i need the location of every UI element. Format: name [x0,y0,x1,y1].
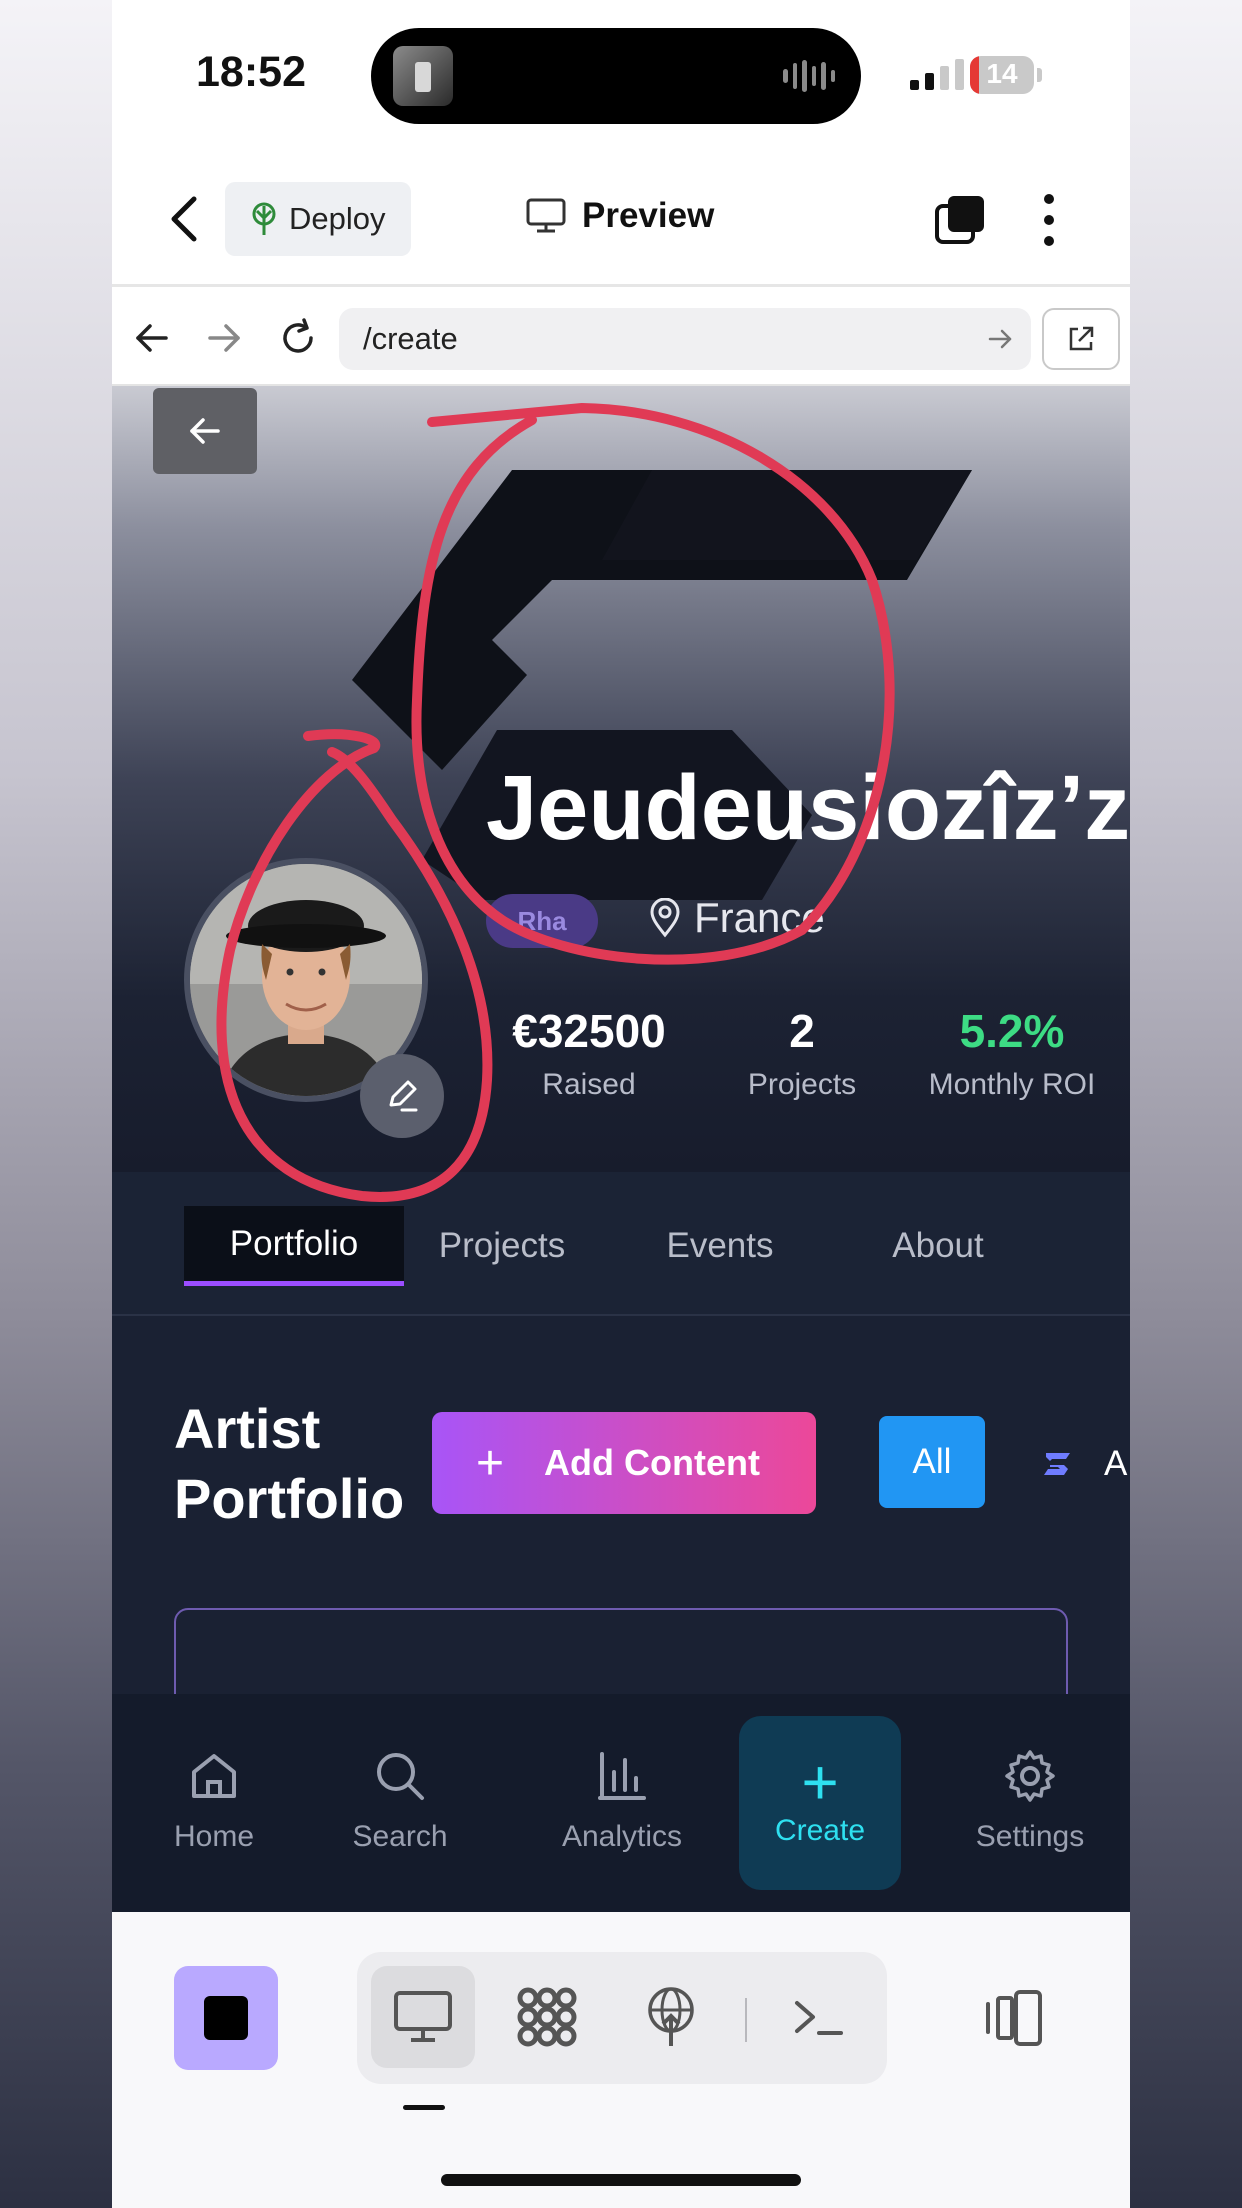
preview-label: Preview [582,196,715,235]
nav-label: Create [774,1814,866,1847]
profile-tabs: Portfolio Projects Events About [112,1172,1130,1316]
section-title-line: Artist [174,1397,321,1460]
tab-portfolio[interactable]: Portfolio [184,1206,404,1286]
device-toggle-icon[interactable] [984,1990,1044,2046]
stat-value: 2 [789,1005,815,1057]
reload-icon[interactable] [278,318,318,358]
tab-about[interactable]: About [848,1206,1028,1286]
location: France [648,894,825,942]
battery-cap [1037,68,1042,82]
nav-label: Search [352,1820,448,1853]
active-tool-indicator [403,2105,445,2110]
nav-create[interactable]: + Create [739,1716,901,1890]
filter-all-button[interactable]: All [879,1416,985,1508]
add-content-label: Add Content [544,1442,760,1483]
terminal-tool-button[interactable] [767,1966,871,2068]
map-pin-icon [650,898,680,938]
divider [745,1998,747,2042]
grid-blob-icon [517,1987,577,2047]
role-badge: Rha [486,894,598,948]
stat-value: €32500 [512,1005,666,1057]
preview-tool-button[interactable] [371,1966,475,2068]
stat-value: 5.2% [959,1005,1065,1057]
location-text: France [694,894,825,941]
layers-icon[interactable] [934,194,986,246]
stat-monthly-roi: 5.2% Monthly ROI [907,1004,1117,1102]
external-link-icon [1069,326,1094,351]
stat-label: Monthly ROI [928,1068,1096,1101]
hero-back-button[interactable] [153,388,257,474]
monitor-icon [394,1991,452,2042]
tool-group [357,1952,887,2084]
deploy-tree-icon [252,202,276,235]
nav-label: Analytics [561,1820,683,1853]
stop-button[interactable] [174,1966,278,2070]
plus-icon: + [476,1436,505,1490]
now-playing-artwork [393,46,453,106]
deploy-globe-icon [648,1987,694,2046]
bar-chart-icon [598,1752,646,1800]
bottom-navigation: Home Search Analytics + Create Settings [112,1694,1130,1912]
home-icon [192,1754,236,1798]
tab-projects[interactable]: Projects [412,1206,592,1286]
profile-hero: Jeudeusiozîz’z Rha France €32500 Raised … [112,386,1130,1172]
nav-analytics[interactable]: Analytics [532,1748,712,1854]
tab-events[interactable]: Events [630,1206,810,1286]
terminal-icon [795,2001,843,2035]
deploy-label: Deploy [289,201,386,236]
section-title: Artist Portfolio [174,1394,404,1534]
plus-icon: + [801,1746,839,1818]
home-indicator [441,2174,801,2186]
nav-home[interactable]: Home [154,1748,274,1854]
stat-label: Projects [747,1068,857,1101]
preview-toggle[interactable]: Preview [526,196,714,236]
cellular-signal-icon [910,58,964,90]
monitor-icon [526,198,566,233]
nav-search[interactable]: Search [330,1748,470,1854]
add-content-button[interactable]: + Add Content [432,1412,816,1514]
nav-settings[interactable]: Settings [950,1748,1110,1854]
more-options-icon[interactable] [1042,194,1056,246]
battery-level: 14 [986,58,1018,89]
section-title-line: Portfolio [174,1467,405,1530]
filter-artist-button[interactable]: A [1042,1444,1127,1484]
url-input[interactable]: /create [339,308,1031,370]
builder-toolbar [112,1912,1130,2208]
back-chevron-icon[interactable] [164,194,204,244]
divider [112,284,1130,287]
assets-tool-button[interactable] [495,1966,599,2068]
search-icon [377,1753,424,1800]
stat-projects: 2 Projects [712,1004,892,1102]
battery-icon: 14 [970,56,1034,94]
stat-label: Raised [542,1068,636,1101]
deploy-tool-button[interactable] [619,1966,723,2068]
edit-avatar-button[interactable] [360,1054,444,1138]
profile-name: Jeudeusiozîz’z [486,757,1130,859]
status-time: 18:52 [196,48,306,96]
audio-wave-icon [783,60,835,92]
nav-label: Home [173,1820,255,1853]
dynamic-island[interactable] [371,28,861,124]
go-arrow-icon[interactable] [987,326,1013,352]
gear-icon [1005,1750,1055,1802]
stat-raised: €32500 Raised [484,1004,694,1102]
arrow-left-icon [190,418,220,444]
nav-label: Settings [975,1820,1085,1853]
brand-s-icon [1044,1453,1070,1475]
open-external-button[interactable] [1042,308,1120,370]
stop-icon [204,1996,248,2040]
pencil-icon [389,1080,418,1112]
portfolio-section: Artist Portfolio + Add Content All A [112,1316,1130,1694]
url-text: /create [363,321,458,356]
browser-forward-icon[interactable] [204,318,244,358]
portfolio-card[interactable] [174,1608,1068,1694]
phone-screen: 18:52 14 Deploy Preview /create Jeudeusi… [112,0,1130,2208]
browser-back-icon[interactable] [132,318,172,358]
deploy-button[interactable]: Deploy [225,182,411,256]
filter-next-label: A [1104,1444,1128,1483]
